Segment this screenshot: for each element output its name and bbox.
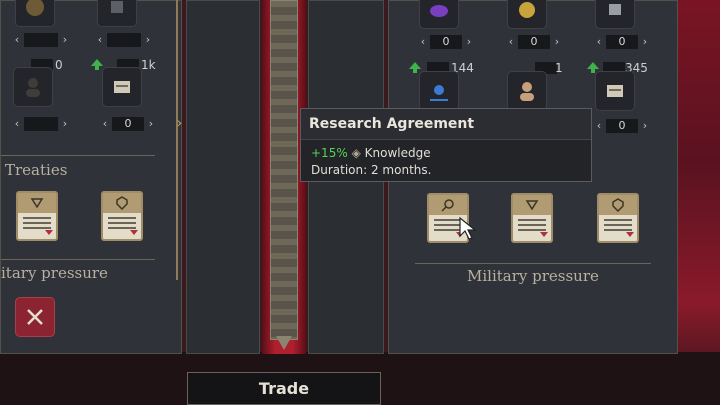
military-pressure-title: itary pressure bbox=[1, 264, 108, 282]
increase-indicator-icon bbox=[587, 62, 599, 73]
left-stepper-1[interactable]: ‹ › bbox=[13, 33, 69, 47]
magnifier-icon bbox=[441, 199, 454, 212]
track-arrow-icon bbox=[276, 336, 292, 350]
tooltip-research-agreement: Research Agreement +15% ◈ Knowledge Dura… bbox=[300, 108, 592, 182]
stone-icon bbox=[609, 4, 621, 15]
divider bbox=[1, 155, 155, 156]
increase-arrow-icon[interactable]: › bbox=[61, 33, 69, 47]
decrease-arrow-icon[interactable]: ‹ bbox=[96, 33, 104, 47]
military-pressure-title: Military pressure bbox=[467, 267, 599, 285]
document-icon bbox=[607, 85, 623, 97]
left-stepper-2[interactable]: ‹ › bbox=[96, 33, 152, 47]
treaties-title: Treaties bbox=[5, 161, 68, 179]
person-icon bbox=[26, 78, 40, 97]
resource-slot-document[interactable] bbox=[102, 67, 142, 107]
bonus-resource: Knowledge bbox=[364, 146, 431, 160]
resource-slot-document[interactable] bbox=[595, 71, 635, 111]
stepper-value[interactable]: 0 bbox=[112, 117, 144, 131]
stepper-value[interactable]: 0 bbox=[430, 35, 462, 49]
shield-down-icon bbox=[30, 198, 44, 209]
population-count: 0 bbox=[55, 58, 63, 72]
population-count: 1 bbox=[555, 61, 563, 75]
increase-arrow-icon[interactable]: › bbox=[61, 117, 69, 131]
decrease-arrow-icon[interactable]: ‹ bbox=[13, 33, 21, 47]
increase-arrow-icon[interactable]: › bbox=[465, 35, 473, 49]
mouse-cursor-icon bbox=[459, 216, 477, 240]
right-stepper-3[interactable]: ‹ 0 › bbox=[595, 35, 649, 49]
resource-slot-crystal[interactable] bbox=[419, 0, 459, 29]
increase-arrow-icon[interactable]: › bbox=[147, 117, 155, 131]
resource-slot-material[interactable] bbox=[97, 0, 137, 27]
tooltip-bonus: +15% ◈ Knowledge bbox=[311, 146, 431, 160]
center-track bbox=[270, 0, 298, 340]
decrease-arrow-icon[interactable]: ‹ bbox=[101, 117, 109, 131]
tooltip-title: Research Agreement bbox=[309, 116, 475, 132]
resource-slot-stone[interactable] bbox=[595, 0, 635, 29]
stepper-value[interactable] bbox=[24, 33, 58, 47]
card-arrow-icon bbox=[540, 232, 548, 237]
person-icon bbox=[520, 82, 534, 101]
crystal-icon bbox=[430, 5, 448, 17]
gold-coin-icon bbox=[26, 0, 44, 16]
treaty-card-1[interactable] bbox=[16, 191, 58, 241]
gold-coin-icon bbox=[519, 2, 535, 18]
left-stepper-4[interactable]: ‹ 0 › bbox=[101, 117, 155, 131]
military-slot[interactable] bbox=[15, 297, 55, 337]
stepper-value[interactable]: 0 bbox=[606, 35, 638, 49]
resource-slot-knowledge[interactable] bbox=[419, 71, 459, 111]
shield-down-icon bbox=[525, 200, 539, 211]
treaty-card-3[interactable] bbox=[597, 193, 639, 243]
card-arrow-icon bbox=[626, 232, 634, 237]
influence-count: 1k bbox=[141, 58, 156, 72]
shield-icon bbox=[612, 198, 624, 212]
increase-indicator-icon bbox=[91, 59, 103, 70]
treaty-card-2[interactable] bbox=[101, 191, 143, 241]
divider bbox=[1, 259, 155, 260]
left-offer-panel: ‹ › ‹ › 0 1k ‹ › ‹ 0 › Treaties itary pr bbox=[0, 0, 182, 354]
stepper-value[interactable]: 0 bbox=[518, 35, 550, 49]
stepper-value[interactable]: 0 bbox=[606, 119, 638, 133]
resource-slot-population[interactable] bbox=[13, 67, 53, 107]
trade-button[interactable]: Trade bbox=[187, 372, 381, 405]
increase-arrow-icon[interactable]: › bbox=[641, 119, 649, 133]
decrease-arrow-icon[interactable]: ‹ bbox=[419, 35, 427, 49]
document-icon bbox=[114, 81, 130, 93]
card-arrow-icon bbox=[130, 230, 138, 235]
tooltip-duration: Duration: 2 months. bbox=[311, 163, 432, 177]
tooltip-header: Research Agreement bbox=[301, 109, 591, 140]
increase-arrow-icon[interactable]: › bbox=[641, 35, 649, 49]
left-stepper-3[interactable]: ‹ › bbox=[13, 117, 69, 131]
right-stepper-4[interactable]: ‹ 0 › bbox=[595, 119, 649, 133]
increase-arrow-icon[interactable]: › bbox=[144, 33, 152, 47]
bonus-percent: +15% bbox=[311, 146, 348, 160]
shield-icon bbox=[116, 196, 128, 210]
center-strip-left bbox=[186, 0, 260, 354]
increase-indicator-icon bbox=[409, 62, 421, 73]
stepper-value[interactable] bbox=[24, 117, 58, 131]
right-stepper-1[interactable]: ‹ 0 › bbox=[419, 35, 473, 49]
stone-icon bbox=[111, 1, 123, 13]
decrease-arrow-icon[interactable]: ‹ bbox=[13, 117, 21, 131]
divider bbox=[415, 263, 651, 264]
resource-slot-gold[interactable] bbox=[15, 0, 55, 27]
increase-arrow-icon[interactable]: › bbox=[553, 35, 561, 49]
stepper-value[interactable] bbox=[107, 33, 141, 47]
science-network-icon bbox=[430, 85, 448, 101]
decrease-arrow-icon[interactable]: ‹ bbox=[595, 119, 603, 133]
decrease-arrow-icon[interactable]: ‹ bbox=[507, 35, 515, 49]
decrease-arrow-icon[interactable]: ‹ bbox=[595, 35, 603, 49]
knowledge-icon: ◈ bbox=[351, 146, 361, 160]
right-stepper-2[interactable]: ‹ 0 › bbox=[507, 35, 561, 49]
gold-frame-line bbox=[176, 0, 178, 280]
crossed-swords-icon bbox=[27, 309, 43, 325]
resource-slot-population[interactable] bbox=[507, 71, 547, 111]
treaty-card-2[interactable] bbox=[511, 193, 553, 243]
card-arrow-icon bbox=[45, 230, 53, 235]
resource-slot-gold[interactable] bbox=[507, 0, 547, 29]
